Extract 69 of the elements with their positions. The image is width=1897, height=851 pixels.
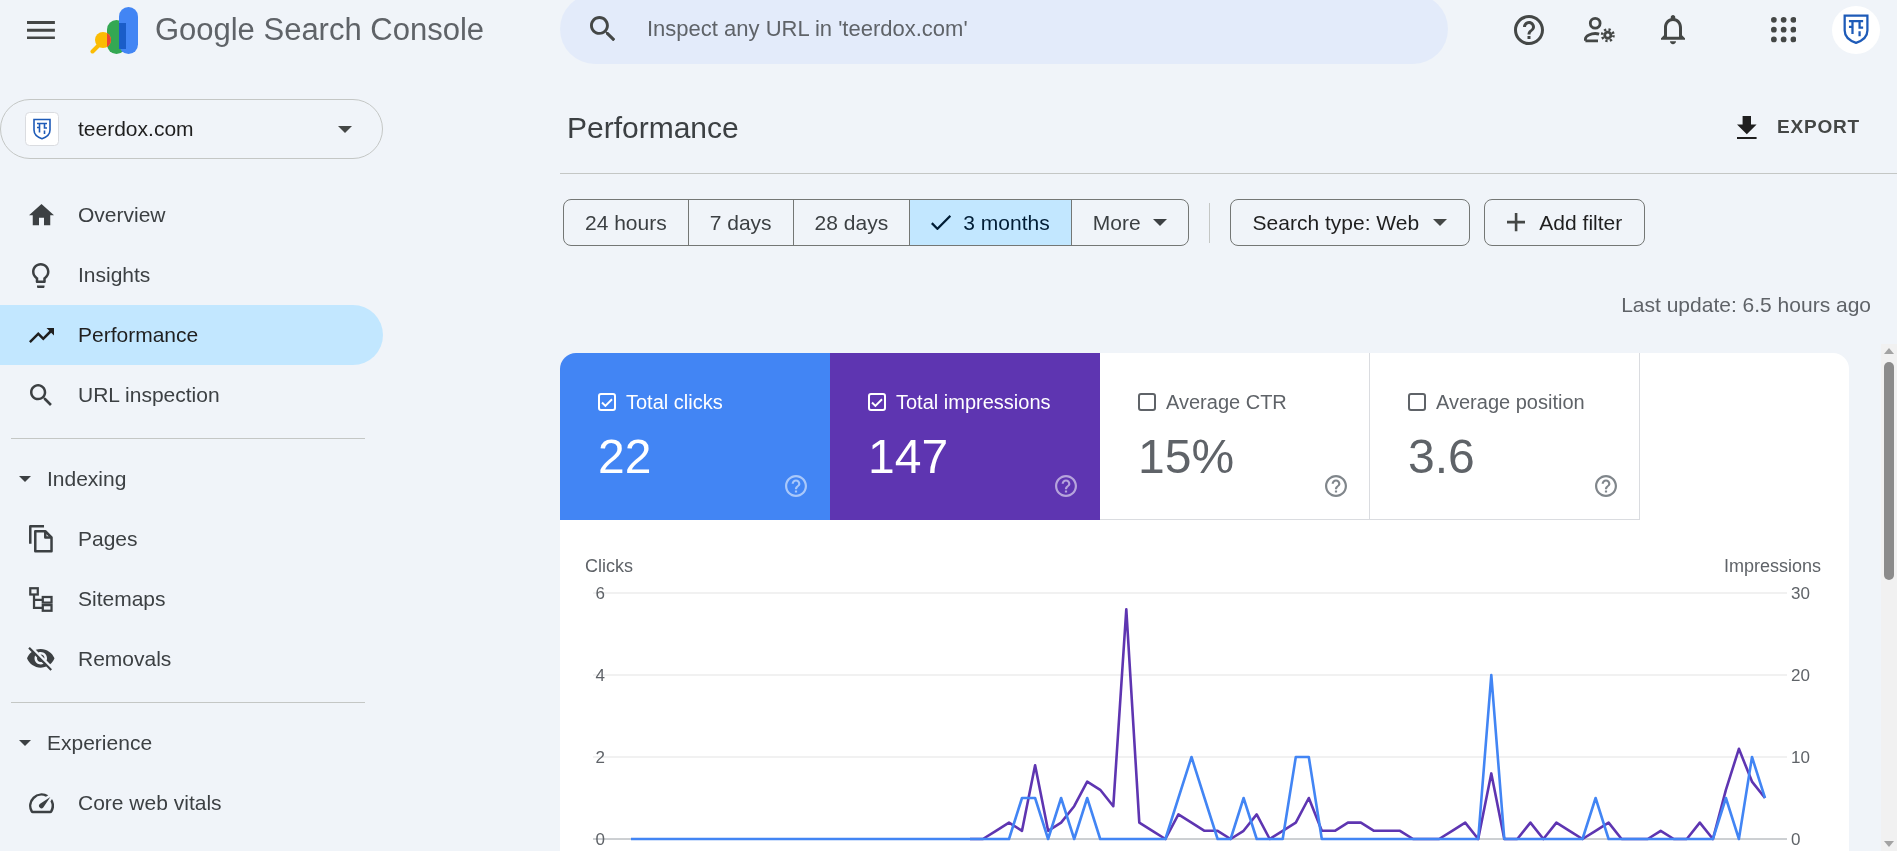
- help-icon[interactable]: [1055, 475, 1077, 497]
- search-field[interactable]: Inspect any URL in 'teerdox.com': [560, 0, 1448, 64]
- shield-logo-icon: [25, 112, 59, 146]
- search-icon: [590, 16, 616, 42]
- axis-tick-label: 2: [595, 748, 605, 767]
- shield-avatar-icon[interactable]: [1831, 6, 1880, 54]
- nav-item[interactable]: URL inspection: [0, 365, 383, 425]
- axis-tick-label: 6: [595, 584, 605, 603]
- bell-icon[interactable]: [1660, 15, 1685, 45]
- nav-item[interactable]: Removals: [0, 629, 383, 689]
- person-gear-icon[interactable]: [1584, 17, 1616, 43]
- date-range-button[interactable]: 3 months: [909, 199, 1072, 246]
- date-range-button[interactable]: 7 days: [687, 199, 794, 246]
- documents-icon: [29, 525, 53, 553]
- more-menu-button[interactable]: More: [1070, 199, 1189, 246]
- scrollbar-thumb[interactable]: [1884, 362, 1894, 580]
- trending-up-icon: [28, 327, 54, 343]
- metric-value: 15%: [1138, 433, 1236, 481]
- metric-value: 147: [868, 433, 950, 481]
- filter-dropdown[interactable]: Search type: Web: [1229, 199, 1471, 246]
- page-title: Performance: [566, 110, 739, 145]
- checkbox[interactable]: [1138, 393, 1156, 411]
- axis-tick-label: 20: [1791, 666, 1810, 685]
- date-range-button[interactable]: 24 hours: [563, 199, 689, 246]
- add-filter-button[interactable]: Add filter: [1484, 199, 1646, 246]
- metric-label: Total impressions: [896, 390, 1051, 414]
- hierarchy-icon: [29, 586, 53, 612]
- metric-label: Average position: [1436, 390, 1585, 414]
- lightbulb-icon: [32, 262, 50, 288]
- metric-value: 3.6: [1408, 433, 1476, 481]
- scrollbar[interactable]: [1881, 344, 1897, 851]
- search-icon: [30, 384, 52, 406]
- nav-item[interactable]: Performance: [0, 305, 383, 365]
- plus-icon: [1507, 213, 1526, 232]
- nav-item[interactable]: Sitemaps: [0, 569, 383, 629]
- nav-item[interactable]: Insights: [0, 245, 383, 305]
- axis-tick-label: 0: [1791, 830, 1801, 849]
- axis-tick-label: 10: [1791, 748, 1810, 767]
- help-icon[interactable]: [1595, 475, 1617, 497]
- metric-label: Average CTR: [1166, 390, 1287, 414]
- caret-icon: [1433, 219, 1448, 226]
- axis-tick-label: 4: [595, 666, 605, 685]
- axis-tick-label: 0: [595, 830, 605, 849]
- menu-icon[interactable]: [27, 20, 55, 40]
- checkbox[interactable]: [1408, 393, 1426, 411]
- export-button[interactable]: EXPORT: [1737, 109, 1860, 146]
- logo-icon: [89, 6, 138, 54]
- caret-icon: [1152, 219, 1167, 226]
- download-icon: [1737, 115, 1758, 140]
- axis-title: Clicks: [585, 556, 633, 576]
- eye-off-icon: [27, 647, 55, 671]
- apps-grid-icon[interactable]: [1770, 17, 1796, 43]
- help-icon[interactable]: [1514, 15, 1544, 45]
- caret-icon: [338, 125, 352, 133]
- help-icon[interactable]: [1325, 475, 1347, 497]
- product-name: Google Search Console: [154, 12, 485, 48]
- nav-item[interactable]: Pages: [0, 509, 383, 569]
- metric-value: 22: [598, 433, 653, 481]
- gauge-icon: [28, 792, 54, 814]
- check-icon: [931, 214, 952, 231]
- nav-item[interactable]: Overview: [0, 185, 383, 245]
- home-icon: [28, 204, 54, 226]
- last-update-text: Last update: 6.5 hours ago: [1621, 293, 1871, 316]
- metric-label: Total clicks: [626, 390, 723, 414]
- axis-tick-label: 30: [1791, 584, 1810, 603]
- section-toggle[interactable]: Experience: [0, 713, 383, 773]
- section-toggle[interactable]: Indexing: [0, 449, 383, 509]
- nav-item[interactable]: Core web vitals: [0, 773, 383, 833]
- axis-title: Impressions: [1723, 556, 1821, 576]
